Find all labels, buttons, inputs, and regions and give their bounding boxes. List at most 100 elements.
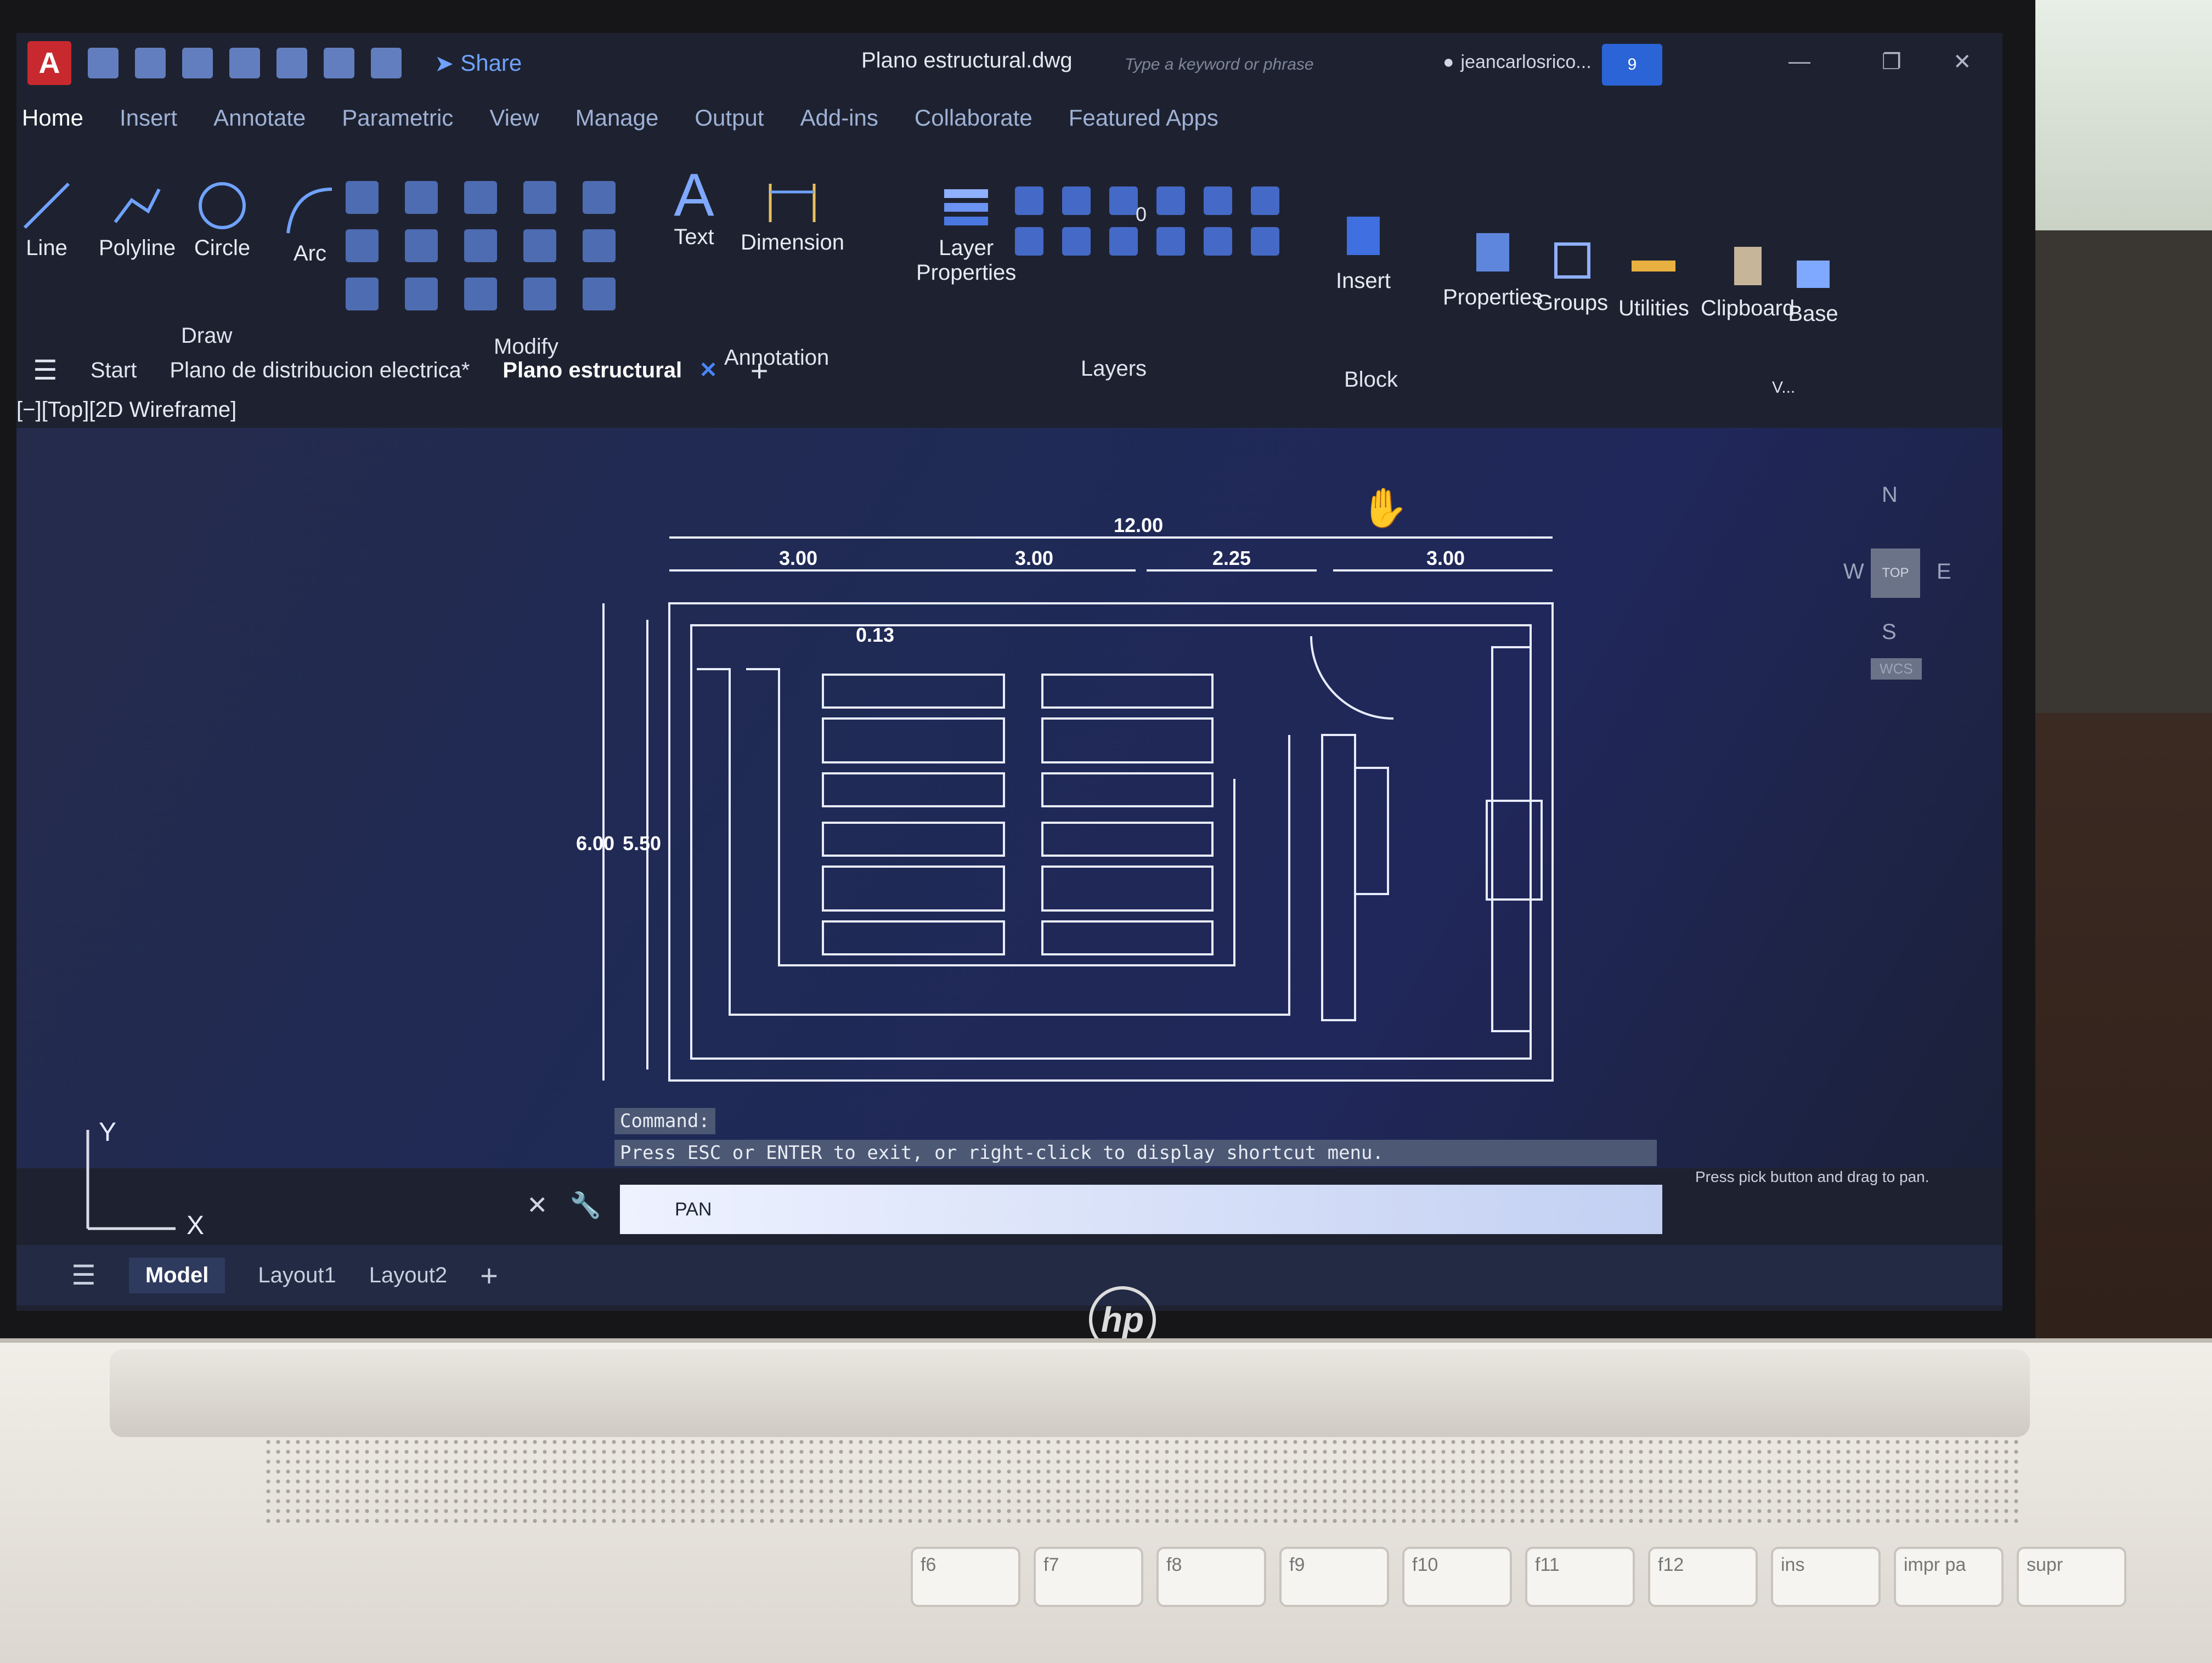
- tab-annotate[interactable]: Annotate: [213, 105, 306, 131]
- undo-icon[interactable]: [324, 48, 354, 78]
- restore-icon[interactable]: ❐: [1882, 49, 1901, 75]
- command-input[interactable]: PAN: [620, 1185, 1662, 1234]
- plot-icon[interactable]: [276, 48, 307, 78]
- key-f12[interactable]: f12: [1648, 1547, 1758, 1607]
- tab-model[interactable]: Model: [128, 1257, 225, 1293]
- tab-layout2[interactable]: Layout2: [369, 1263, 447, 1288]
- close-command-icon[interactable]: ✕: [527, 1190, 548, 1220]
- panel-draw[interactable]: Draw: [181, 324, 232, 348]
- tab-add-ins[interactable]: Add-ins: [800, 105, 878, 131]
- layer-properties-tool[interactable]: Layer Properties: [916, 176, 1016, 285]
- clipboard-tool[interactable]: Clipboard: [1701, 236, 1795, 321]
- save-as-icon[interactable]: [229, 48, 260, 78]
- viewcube-south[interactable]: S: [1882, 620, 1897, 644]
- minimize-icon[interactable]: —: [1788, 49, 1810, 74]
- viewcube-west[interactable]: W: [1843, 559, 1864, 584]
- redo-icon[interactable]: [371, 48, 402, 78]
- layer-off-icon[interactable]: [1015, 227, 1043, 256]
- mirror-icon[interactable]: [464, 229, 497, 262]
- layer-color-icon[interactable]: [1156, 186, 1185, 215]
- close-window-icon[interactable]: ✕: [1953, 49, 1972, 75]
- line-tool[interactable]: Line: [16, 176, 77, 261]
- arc-tool[interactable]: Arc: [280, 181, 340, 266]
- layer-iso-icon[interactable]: [1251, 186, 1279, 215]
- offset-icon[interactable]: [583, 278, 616, 310]
- move-icon[interactable]: [405, 181, 438, 214]
- add-layout-icon[interactable]: +: [480, 1258, 498, 1293]
- scale-icon[interactable]: [464, 278, 497, 310]
- save-icon[interactable]: [182, 48, 213, 78]
- key-f6[interactable]: f6: [911, 1547, 1020, 1607]
- notification-badge[interactable]: 9: [1602, 44, 1662, 86]
- tab-output[interactable]: Output: [695, 105, 764, 131]
- key-supr[interactable]: supr: [2017, 1547, 2126, 1607]
- trim-icon[interactable]: [523, 181, 556, 214]
- drawing-area[interactable]: 12.00 3.00 3.00 2.25 3.00 0.13 6.00 5.50…: [16, 428, 2002, 1168]
- layer-merge-icon[interactable]: [1251, 227, 1279, 256]
- open-icon[interactable]: [135, 48, 166, 78]
- key-f7[interactable]: f7: [1034, 1547, 1143, 1607]
- share-button[interactable]: ➤ Share: [435, 50, 522, 77]
- tab-plano-estructural[interactable]: Plano estructural ✕: [503, 358, 717, 383]
- tab-manage[interactable]: Manage: [575, 105, 659, 131]
- layer-match-icon[interactable]: [1204, 186, 1232, 215]
- layer-on-icon[interactable]: [1015, 186, 1043, 215]
- new-tab-icon[interactable]: +: [751, 353, 769, 388]
- utilities-tool[interactable]: Utilities: [1618, 236, 1689, 321]
- properties-tool[interactable]: Properties: [1443, 225, 1543, 310]
- fillet-icon[interactable]: [523, 229, 556, 262]
- tab-parametric[interactable]: Parametric: [342, 105, 453, 131]
- key-f10[interactable]: f10: [1402, 1547, 1512, 1607]
- viewport-controls[interactable]: [−][Top][2D Wireframe]: [16, 398, 236, 422]
- hatch-icon[interactable]: [346, 278, 379, 310]
- copy-icon[interactable]: [405, 229, 438, 262]
- user-account[interactable]: ● jeancarlosrico...: [1443, 52, 1592, 73]
- groups-tool[interactable]: Groups: [1536, 230, 1608, 315]
- new-icon[interactable]: [88, 48, 119, 78]
- polyline-tool[interactable]: Polyline: [99, 176, 176, 261]
- viewcube-top[interactable]: TOP: [1871, 548, 1920, 598]
- base-tool[interactable]: Base: [1783, 241, 1843, 326]
- array-icon[interactable]: [523, 278, 556, 310]
- wcs-menu[interactable]: WCS: [1871, 658, 1922, 680]
- tab-plano-distribucion[interactable]: Plano de distribucion electrica*: [170, 358, 470, 383]
- search-input[interactable]: Type a keyword or phrase: [1125, 48, 1410, 81]
- key-impr-pa[interactable]: impr pa: [1894, 1547, 2004, 1607]
- key-f9[interactable]: f9: [1279, 1547, 1389, 1607]
- key-f11[interactable]: f11: [1525, 1547, 1635, 1607]
- text-tool[interactable]: A Text: [664, 161, 724, 250]
- erase-icon[interactable]: [583, 181, 616, 214]
- current-layer[interactable]: 0: [1136, 203, 1147, 226]
- tab-view[interactable]: View: [489, 105, 539, 131]
- tab-layout1[interactable]: Layout1: [258, 1263, 336, 1288]
- menu-icon[interactable]: ☰: [33, 354, 58, 386]
- rotate-icon[interactable]: [464, 181, 497, 214]
- ellipse-icon[interactable]: [346, 229, 379, 262]
- key-f8[interactable]: f8: [1156, 1547, 1266, 1607]
- layer-unfreeze-icon[interactable]: [1062, 227, 1091, 256]
- layer-unlock-icon[interactable]: [1109, 227, 1138, 256]
- tab-home[interactable]: Home: [22, 105, 83, 131]
- viewcube-east[interactable]: E: [1937, 559, 1951, 584]
- layer-lock-icon[interactable]: [1109, 186, 1138, 215]
- tab-start[interactable]: Start: [91, 358, 137, 383]
- rectangle-icon[interactable]: [346, 181, 379, 214]
- stretch-icon[interactable]: [405, 278, 438, 310]
- layer-freeze-icon[interactable]: [1062, 186, 1091, 215]
- layout-menu-icon[interactable]: ☰: [71, 1259, 96, 1291]
- circle-tool[interactable]: Circle: [192, 176, 252, 261]
- layer-walk-icon[interactable]: [1204, 227, 1232, 256]
- application-menu-button[interactable]: A: [27, 41, 71, 85]
- dimension-tool[interactable]: Dimension: [741, 170, 844, 255]
- viewcube-north[interactable]: N: [1882, 483, 1898, 507]
- layer-current-icon[interactable]: [1156, 227, 1185, 256]
- key-ins[interactable]: ins: [1771, 1547, 1881, 1607]
- explode-icon[interactable]: [583, 229, 616, 262]
- customize-wrench-icon[interactable]: 🔧: [570, 1190, 601, 1220]
- insert-tool[interactable]: Insert: [1333, 208, 1393, 293]
- tab-insert[interactable]: Insert: [120, 105, 177, 131]
- tab-featured-apps[interactable]: Featured Apps: [1069, 105, 1218, 131]
- viewcube[interactable]: N W E TOP S WCS: [1843, 483, 1953, 680]
- tab-collaborate[interactable]: Collaborate: [915, 105, 1032, 131]
- close-tab-icon[interactable]: ✕: [699, 358, 718, 382]
